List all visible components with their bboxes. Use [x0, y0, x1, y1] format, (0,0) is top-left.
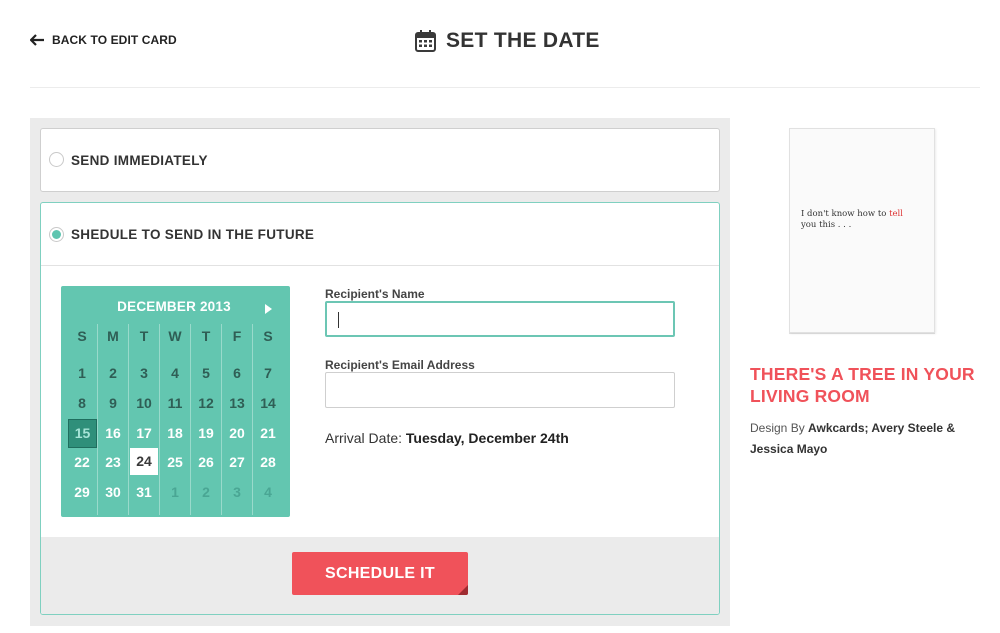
calendar-weekday-header: S	[77, 328, 87, 344]
calendar-day[interactable]: 17	[129, 420, 159, 446]
calendar-day: 2	[202, 484, 210, 500]
calendar-day[interactable]: 23	[98, 449, 128, 475]
page-header: SET THE DATE	[415, 26, 600, 56]
arrow-left-icon	[30, 34, 44, 46]
calendar-day: 10	[136, 395, 152, 411]
calendar-day: 4	[171, 365, 179, 381]
calendar-day: 13	[229, 395, 245, 411]
recipient-email-label: Recipient's Email Address	[325, 358, 475, 372]
calendar-day: 3	[233, 484, 241, 500]
calendar-weekday-header: T	[201, 328, 211, 344]
card-inside-text: I don't know how to tell you this . . .	[801, 209, 926, 231]
recipient-email-input[interactable]	[325, 372, 675, 408]
calendar-weekday-header: S	[263, 328, 273, 344]
calendar-day: 5	[202, 365, 210, 381]
calendar-day[interactable]: 16	[98, 420, 128, 446]
calendar-day: 12	[198, 395, 214, 411]
calendar-day[interactable]: 18	[160, 420, 190, 446]
schedule-future-radio[interactable]	[49, 227, 64, 242]
calendar-day[interactable]: 26	[191, 449, 221, 475]
calendar-day[interactable]: 27	[222, 449, 252, 475]
send-immediately-label: SEND IMMEDIATELY	[71, 153, 208, 168]
calendar-day[interactable]: 19	[191, 420, 221, 446]
schedule-future-label: SHEDULE TO SEND IN THE FUTURE	[71, 227, 315, 242]
calendar-weekday-header: F	[232, 328, 242, 344]
credit-prefix: Design By	[750, 421, 809, 435]
arrival-date-label: Arrival Date:	[325, 430, 403, 446]
calendar-weekday-header: W	[168, 328, 182, 344]
calendar-day[interactable]: 25	[160, 449, 190, 475]
calendar-day: 1	[78, 365, 86, 381]
recipient-name-label: Recipient's Name	[325, 287, 425, 301]
calendar-day: 4	[264, 484, 272, 500]
schedule-it-button[interactable]: SCHEDULE IT	[292, 552, 468, 595]
calendar-day: 1	[171, 484, 179, 500]
calendar-icon	[415, 30, 436, 52]
date-picker-calendar: DECEMBER 2013 S M T W T F S 1 2 3 4 5 6 7 8 9 10 11 12 13 14…	[61, 286, 290, 517]
calendar-day: 11	[167, 395, 183, 411]
calendar-day-selected[interactable]: 24	[130, 448, 158, 475]
calendar-weekday-header: M	[107, 328, 119, 344]
back-label: BACK TO EDIT CARD	[52, 33, 177, 47]
calendar-day: 8	[78, 395, 86, 411]
card-title: THERE'S A TREE IN YOUR LIVING ROOM	[750, 364, 975, 406]
button-corner-fold	[458, 585, 468, 595]
calendar-day: 6	[233, 365, 241, 381]
calendar-day: 7	[264, 365, 272, 381]
calendar-day[interactable]: 22	[67, 449, 97, 475]
calendar-weekday-header: T	[139, 328, 149, 344]
calendar-day[interactable]: 20	[222, 420, 252, 446]
calendar-day[interactable]: 29	[67, 479, 97, 505]
calendar-day[interactable]: 21	[253, 420, 283, 446]
schedule-it-label: SCHEDULE IT	[325, 565, 435, 582]
option-divider	[41, 265, 719, 266]
arrival-date: Arrival Date: Tuesday, December 24th	[325, 430, 569, 446]
card-text-part: I don't know how to	[801, 209, 890, 219]
calendar-day: 9	[109, 395, 117, 411]
card-preview-image: I don't know how to tell you this . . .	[789, 128, 935, 333]
text-cursor	[338, 312, 339, 328]
calendar-day[interactable]: 30	[98, 479, 128, 505]
header-divider	[30, 87, 980, 88]
card-text-part: you this . . .	[801, 220, 852, 230]
calendar-day: 2	[109, 365, 117, 381]
page-title: SET THE DATE	[446, 29, 600, 52]
card-credit: Design By Awkcards; Avery Steele & Jessi…	[750, 418, 980, 460]
calendar-day: 14	[260, 395, 276, 411]
back-to-edit-card-link[interactable]: BACK TO EDIT CARD	[30, 30, 177, 50]
calendar-month-label: DECEMBER 2013	[117, 299, 231, 314]
option-send-immediately[interactable]: SEND IMMEDIATELY	[40, 128, 720, 192]
arrival-date-value: Tuesday, December 24th	[405, 430, 569, 446]
recipient-name-input[interactable]	[325, 301, 675, 337]
next-month-arrow-icon[interactable]	[265, 304, 272, 314]
card-text-highlight: tell	[889, 209, 903, 219]
calendar-day-today[interactable]: 15	[68, 419, 97, 448]
calendar-day: 3	[140, 365, 148, 381]
calendar-day[interactable]: 31	[129, 479, 159, 505]
calendar-day[interactable]: 28	[253, 449, 283, 475]
send-immediately-radio[interactable]	[49, 152, 64, 167]
